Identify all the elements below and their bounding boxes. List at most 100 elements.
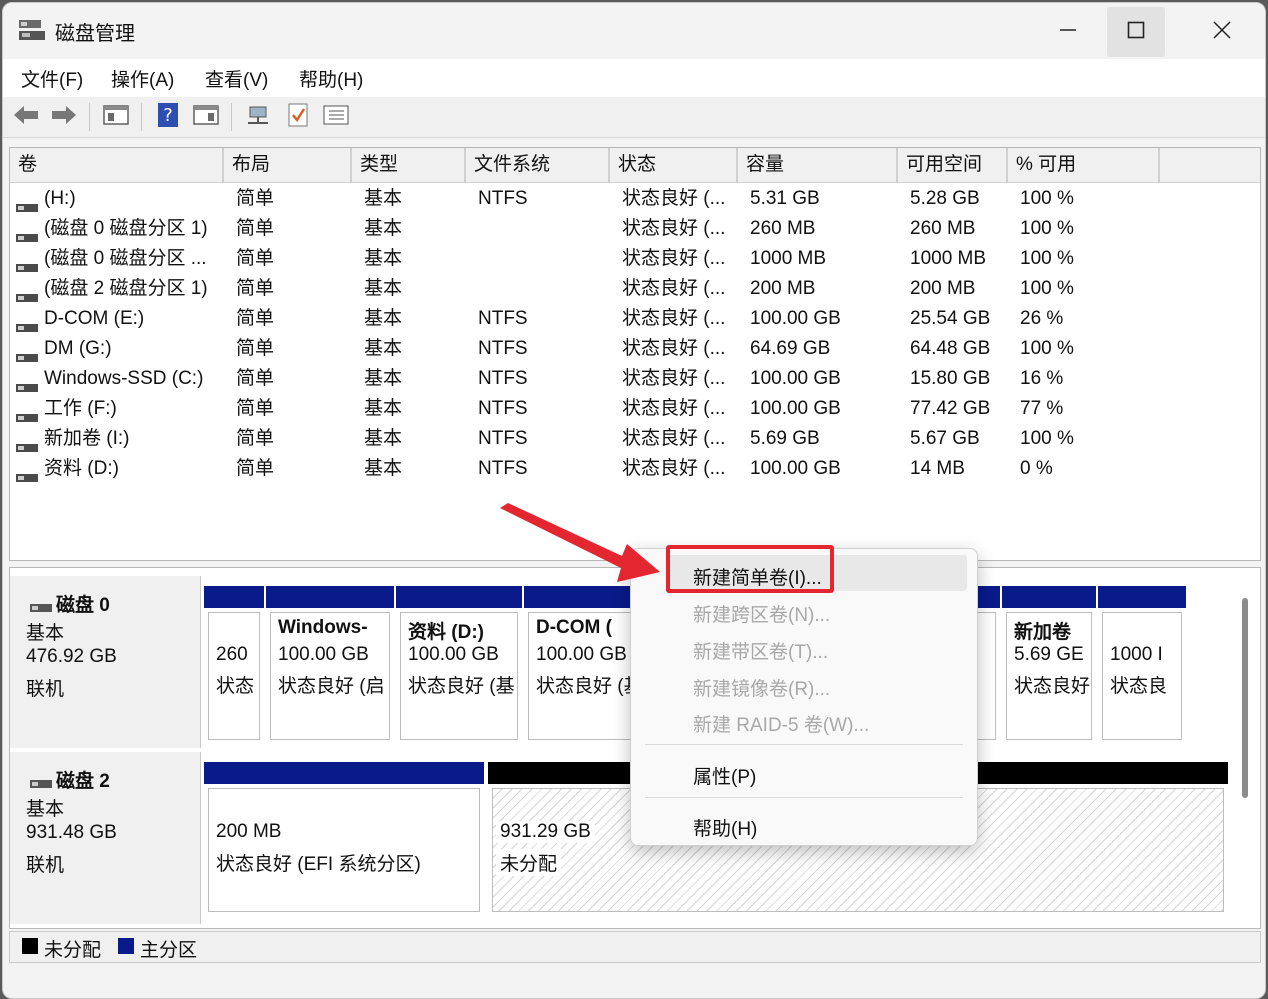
menu-action[interactable]: 操作(A) — [111, 65, 174, 92]
volume-cell-layout: 简单 — [236, 428, 275, 449]
volume-cell-status: 状态良好 (... — [622, 338, 726, 359]
menu-view[interactable]: 查看(V) — [205, 65, 268, 92]
legend-unallocated: 未分配 — [44, 940, 102, 961]
volume-cell-layout: 简单 — [236, 188, 275, 209]
menu-new-raid5-volume: 新建 RAID-5 卷(W)... — [693, 715, 870, 736]
disk-management-window: 磁盘管理 文件(F) 操作(A) 查看(V) 帮助(H) ? 卷 布局 类型 文… — [2, 2, 1266, 999]
volume-cell-status: 状态良好 (... — [622, 398, 726, 419]
disk-0-partition[interactable]: 资料 (D:) 100.00 GB 状态良好 (基 — [396, 586, 522, 744]
volume-cell-status: 状态良好 (... — [622, 308, 726, 329]
context-menu-separator — [645, 744, 963, 745]
column-header-status[interactable]: 状态 — [610, 148, 738, 182]
volume-row[interactable]: DM (G:) 简单 基本 NTFS 状态良好 (... 64.69 GB 64.48 GB… — [10, 334, 1260, 364]
check-icon — [286, 102, 310, 133]
volume-cell-pct: 26 % — [1020, 308, 1064, 329]
volume-cell-free: 5.67 GB — [910, 428, 980, 449]
volume-cell-layout: 简单 — [236, 218, 275, 239]
partition-status: 状态良好 (启 — [278, 676, 385, 697]
drive-icon — [16, 436, 38, 452]
volume-cell-fs: NTFS — [478, 398, 528, 419]
disk-management-app-icon — [17, 17, 47, 43]
volume-cell-pct: 100 % — [1020, 278, 1074, 299]
disk-2-partition-efi[interactable]: 200 MB 状态良好 (EFI 系统分区) — [204, 762, 484, 916]
disk-0-label[interactable]: 磁盘 0 基本 476.92 GB 联机 — [10, 576, 201, 748]
column-header-percent-free[interactable]: % 可用 — [1008, 148, 1160, 182]
volume-row[interactable]: (磁盘 2 磁盘分区 1) 简单 基本 状态良好 (... 200 MB 200 MB 10… — [10, 274, 1260, 304]
column-header-empty — [1160, 148, 1260, 182]
volume-row[interactable]: (磁盘 0 磁盘分区 ... 简单 基本 状态良好 (... 1000 MB 1000 M… — [10, 244, 1260, 274]
menu-file[interactable]: 文件(F) — [21, 65, 83, 92]
volume-cell-capacity: 100.00 GB — [750, 308, 841, 329]
maximize-button[interactable] — [1107, 7, 1165, 57]
column-header-volume[interactable]: 卷 — [10, 148, 224, 182]
drive-icon — [16, 466, 38, 482]
list-icon — [322, 103, 350, 132]
volume-cell-pct: 100 % — [1020, 188, 1074, 209]
volume-cell-type: 基本 — [364, 398, 403, 419]
primary-partition-bar — [204, 586, 264, 608]
volume-row[interactable]: 工作 (F:) 简单 基本 NTFS 状态良好 (... 100.00 GB 77.42 G… — [10, 394, 1260, 424]
minimize-icon — [1059, 21, 1077, 44]
properties-button[interactable] — [191, 103, 221, 131]
annotation-highlight-box — [666, 545, 834, 593]
partition-status: 状态良 — [1110, 676, 1168, 697]
volume-cell-pct: 100 % — [1020, 218, 1074, 239]
menu-properties[interactable]: 属性(P) — [693, 762, 756, 789]
back-button[interactable] — [11, 103, 41, 131]
menu-new-striped-volume: 新建带区卷(T)... — [693, 642, 829, 663]
console-tree-button[interactable] — [101, 103, 131, 131]
disk-0-partition[interactable]: 1000 I 状态良 — [1098, 586, 1186, 744]
back-icon — [12, 104, 40, 131]
list-button[interactable] — [321, 103, 351, 131]
volume-row[interactable]: (磁盘 0 磁盘分区 1) 简单 基本 状态良好 (... 260 MB 260 MB 10… — [10, 214, 1260, 244]
column-header-type[interactable]: 类型 — [352, 148, 466, 182]
volume-cell-capacity: 200 MB — [750, 278, 816, 299]
disk-0-partition[interactable]: 260 状态 — [204, 586, 264, 744]
primary-partition-bar — [1002, 586, 1096, 608]
check-button[interactable] — [283, 103, 313, 131]
disk-2-label[interactable]: 磁盘 2 基本 931.48 GB 联机 — [10, 752, 201, 924]
menu-help[interactable]: 帮助(H) — [299, 65, 363, 92]
drive-icon — [16, 256, 38, 272]
disk-0-partition[interactable]: Windows- 100.00 GB 状态良好 (启 — [266, 586, 394, 744]
column-header-free-space[interactable]: 可用空间 — [898, 148, 1008, 182]
volume-cell-name: Windows-SSD (C:) — [44, 368, 204, 389]
volume-cell-capacity: 5.31 GB — [750, 188, 820, 209]
column-header-filesystem[interactable]: 文件系统 — [466, 148, 610, 182]
volume-cell-pct: 0 % — [1020, 458, 1053, 479]
volume-cell-pct: 100 % — [1020, 248, 1074, 269]
volume-cell-free: 15.80 GB — [910, 368, 991, 389]
volume-row[interactable]: D-COM (E:) 简单 基本 NTFS 状态良好 (... 100.00 GB 25.5… — [10, 304, 1260, 334]
vertical-scrollbar[interactable] — [1242, 598, 1248, 798]
minimize-button[interactable] — [1039, 7, 1097, 57]
menu-help-item[interactable]: 帮助(H) — [693, 814, 757, 841]
column-header-layout[interactable]: 布局 — [224, 148, 352, 182]
volume-cell-status: 状态良好 (... — [622, 428, 726, 449]
volume-cell-fs: NTFS — [478, 428, 528, 449]
drive-icon — [16, 376, 38, 392]
help-button[interactable]: ? — [153, 102, 183, 131]
partition-size: 931.29 GB — [496, 821, 595, 843]
partition-label: 新加卷 — [1014, 622, 1072, 643]
volume-cell-type: 基本 — [364, 188, 403, 209]
partition-body: 资料 (D:) 100.00 GB 状态良好 (基 — [400, 612, 518, 740]
forward-button[interactable] — [49, 103, 79, 131]
forward-icon — [50, 104, 78, 131]
volume-row[interactable]: Windows-SSD (C:) 简单 基本 NTFS 状态良好 (... 100.00 … — [10, 364, 1260, 394]
volume-row[interactable]: (H:) 简单 基本 NTFS 状态良好 (... 5.31 GB 5.28 GB 100 % — [10, 184, 1260, 214]
disk-0-partition[interactable]: 新加卷 5.69 GE 状态良好 — [1002, 586, 1096, 744]
menu-new-mirrored-volume: 新建镜像卷(R)... — [693, 679, 831, 700]
volume-cell-free: 64.48 GB — [910, 338, 991, 359]
close-button[interactable] — [1193, 7, 1251, 57]
connect-button[interactable] — [243, 103, 273, 131]
column-header-capacity[interactable]: 容量 — [738, 148, 898, 182]
volume-cell-free: 260 MB — [910, 218, 976, 239]
title-bar: 磁盘管理 — [3, 3, 1265, 59]
volume-list-header: 卷 布局 类型 文件系统 状态 容量 可用空间 % 可用 — [10, 148, 1260, 183]
volume-row[interactable]: 资料 (D:) 简单 基本 NTFS 状态良好 (... 100.00 GB 14 MB 0 … — [10, 454, 1260, 484]
partition-body: 1000 I 状态良 — [1102, 612, 1182, 740]
partition-size: 100.00 GB — [408, 644, 499, 665]
disk-icon — [30, 772, 52, 794]
volume-row[interactable]: 新加卷 (I:) 简单 基本 NTFS 状态良好 (... 5.69 GB 5.67 GB 1… — [10, 424, 1260, 454]
partition-label: 资料 (D:) — [408, 622, 484, 643]
